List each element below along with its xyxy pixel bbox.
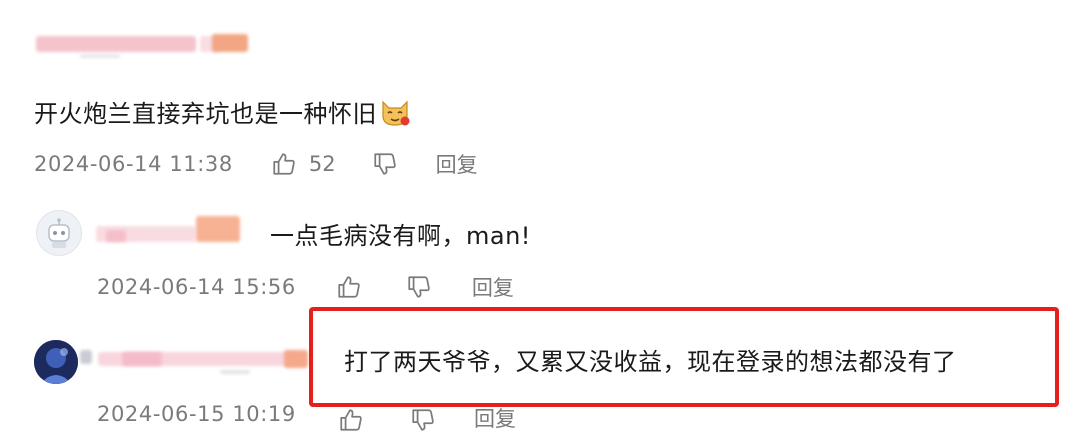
avatar[interactable] [36, 210, 82, 256]
comment-meta: 2024-06-14 11:38 52 回复 [34, 149, 478, 179]
cat-emoji-icon [379, 96, 411, 134]
comment-text: 开火炮兰直接弃坑也是一种怀旧 [34, 94, 411, 134]
comment-text: 打了两天爷爷，又累又没收益，现在登录的想法都没有了 [344, 348, 957, 376]
avatar[interactable] [34, 340, 78, 384]
thumbs-up-icon [271, 151, 297, 177]
timestamp: 2024-06-14 11:38 [34, 152, 233, 176]
dislike-button[interactable] [410, 407, 436, 437]
robot-avatar-icon [48, 218, 70, 248]
comment-text-content: 开火炮兰直接弃坑也是一种怀旧 [34, 100, 377, 128]
timestamp: 2024-06-14 15:56 [97, 275, 296, 299]
dislike-button[interactable] [406, 274, 432, 300]
thumbs-up-icon [338, 409, 364, 437]
thumbs-down-icon [372, 151, 398, 177]
thumbs-up-icon [336, 274, 362, 300]
comment-text: 一点毛病没有啊，man! [270, 222, 531, 250]
like-button[interactable] [338, 407, 364, 437]
user-avatar-icon [34, 340, 78, 384]
like-button[interactable]: 52 [271, 151, 336, 177]
comment-meta: 2024-06-14 15:56 回复 [97, 272, 514, 302]
like-count: 52 [308, 152, 336, 176]
reply-button[interactable]: 回复 [436, 149, 478, 179]
thumbs-down-icon [406, 274, 432, 300]
comment-meta: 2024-06-15 10:19 [97, 402, 296, 426]
timestamp: 2024-06-15 10:19 [97, 402, 296, 426]
dislike-button[interactable] [372, 151, 398, 177]
like-button[interactable] [336, 274, 362, 300]
reply-button[interactable]: 回复 [474, 403, 516, 433]
reply-button[interactable]: 回复 [472, 272, 514, 302]
thumbs-down-icon [410, 409, 436, 437]
